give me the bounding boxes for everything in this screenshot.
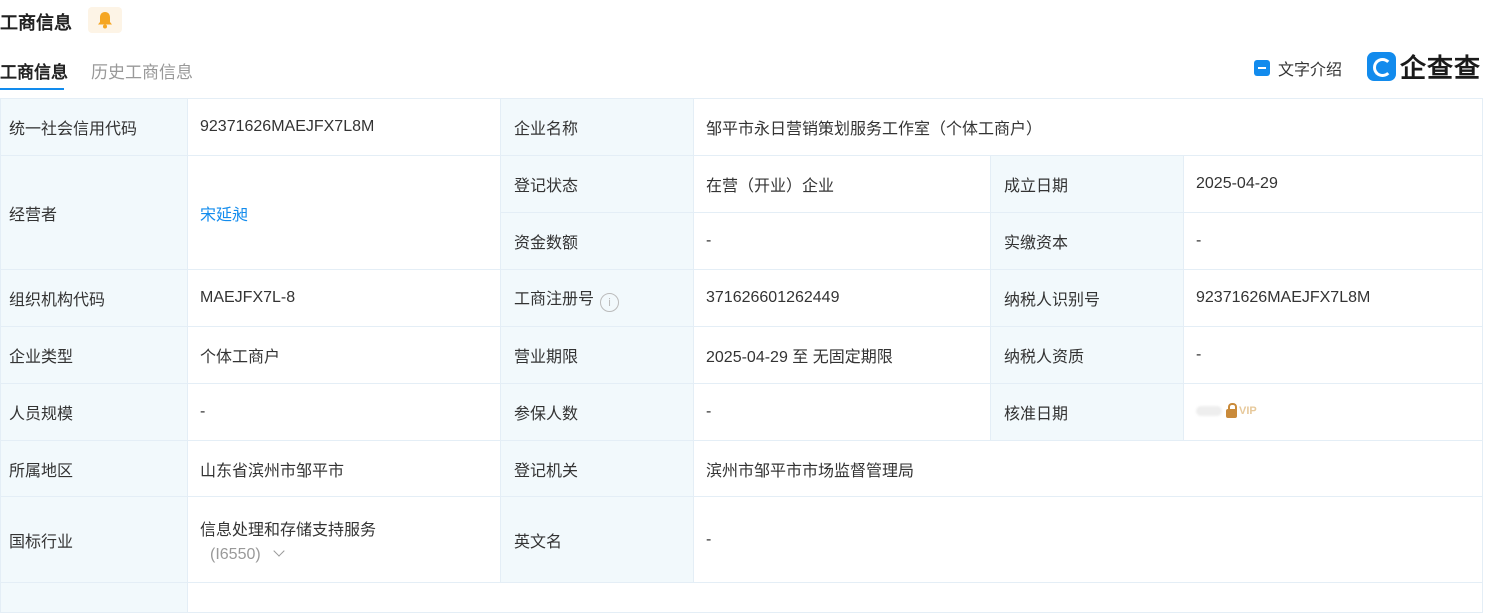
industry-label: 国标行业 <box>0 496 188 583</box>
vip-label: VIP <box>1239 405 1257 417</box>
type-label: 企业类型 <box>0 326 188 384</box>
credit-code-label: 统一社会信用代码 <box>0 98 188 156</box>
table-row: 所属地区 山东省滨州市邹平市 登记机关 滨州市邹平市市场监督管理局 <box>0 440 1484 497</box>
industry-code: (I6550) <box>210 545 261 563</box>
table-row: 国标行业 信息处理和存储支持服务 (I6550) 英文名 - <box>0 496 1484 583</box>
org-code-value: MAEJFX7L-8 <box>187 269 501 327</box>
credit-code-value: 92371626MAEJFX7L8M <box>187 98 501 156</box>
tax-id-value: 92371626MAEJFX7L8M <box>1182 269 1484 327</box>
industry-code-toggle[interactable]: (I6550) <box>200 544 500 564</box>
company-name-value: 邹平市永日营销策划服务工作室（个体工商户） <box>692 98 1484 156</box>
reg-no-value: 371626601262449 <box>693 269 991 327</box>
insured-label: 参保人数 <box>500 383 694 441</box>
capital-label: 资金数额 <box>500 212 694 270</box>
tab-business-info[interactable]: 工商信息 <box>0 58 68 83</box>
paid-capital-value: - <box>1182 212 1484 270</box>
authority-label: 登记机关 <box>500 440 694 497</box>
table-row: 企业类型 个体工商户 营业期限 2025-04-29 至 无固定期限 纳税人资质… <box>0 326 1484 384</box>
company-name-label: 企业名称 <box>500 98 694 156</box>
vip-lock-button[interactable]: VIP <box>1196 403 1257 418</box>
paid-capital-label: 实缴资本 <box>990 212 1184 270</box>
bell-icon <box>98 12 112 29</box>
region-label: 所属地区 <box>0 440 188 497</box>
tax-qual-value: - <box>1182 326 1484 384</box>
operator-label: 经营者 <box>0 155 188 270</box>
bell-button[interactable] <box>88 7 122 33</box>
active-tab-indicator <box>0 88 64 90</box>
status-value: 在营（开业）企业 <box>693 155 991 213</box>
text-intro-button[interactable]: 文字介绍 <box>1254 57 1342 79</box>
section-title: 工商信息 <box>0 13 72 33</box>
approve-value-cell: VIP <box>1182 383 1484 441</box>
org-code-label: 组织机构代码 <box>0 269 188 327</box>
established-value: 2025-04-29 <box>1182 155 1484 213</box>
business-info-table: 统一社会信用代码 92371626MAEJFX7L8M 企业名称 邹平市永日营销… <box>0 98 1484 613</box>
term-label: 营业期限 <box>500 326 694 384</box>
authority-value: 滨州市邹平市市场监督管理局 <box>692 440 1484 497</box>
established-label: 成立日期 <box>990 155 1184 213</box>
chevron-down-icon <box>273 544 285 557</box>
staff-label: 人员规模 <box>0 383 188 441</box>
blurred-value <box>1196 406 1222 416</box>
table-row: 统一社会信用代码 92371626MAEJFX7L8M 企业名称 邹平市永日营销… <box>0 98 1484 156</box>
operator-cell: 宋延昶 <box>187 155 501 270</box>
term-value: 2025-04-29 至 无固定期限 <box>693 326 991 384</box>
empty-value-cell <box>186 582 1484 613</box>
document-icon <box>1254 60 1270 76</box>
capital-value: - <box>693 212 991 270</box>
info-icon[interactable]: i <box>600 292 620 312</box>
reg-no-label-cell: 工商注册号 i <box>500 269 694 327</box>
operator-link[interactable]: 宋延昶 <box>200 207 248 224</box>
lock-icon <box>1226 403 1237 418</box>
tax-id-label: 纳税人识别号 <box>990 269 1184 327</box>
qichacha-logo: 企查查 <box>1367 50 1482 83</box>
table-row <box>0 582 1484 613</box>
staff-value: - <box>187 383 501 441</box>
text-intro-label: 文字介绍 <box>1278 62 1343 79</box>
industry-cell: 信息处理和存储支持服务 (I6550) <box>187 496 501 583</box>
region-value: 山东省滨州市邹平市 <box>187 440 501 497</box>
tax-qual-label: 纳税人资质 <box>990 326 1184 384</box>
industry-value: 信息处理和存储支持服务 <box>200 521 377 539</box>
reg-no-label: 工商注册号 <box>514 290 595 308</box>
qichacha-logo-icon <box>1367 51 1396 81</box>
table-row: 人员规模 - 参保人数 - 核准日期 VIP <box>0 383 1484 441</box>
type-value: 个体工商户 <box>187 326 501 384</box>
english-value: - <box>692 496 1484 583</box>
english-label: 英文名 <box>500 496 694 583</box>
table-row: 组织机构代码 MAEJFX7L-8 工商注册号 i 371626601262449… <box>0 269 1484 327</box>
table-row: 经营者 宋延昶 登记状态 在营（开业）企业 成立日期 2025-04-29 <box>0 155 1484 270</box>
logo-text: 企查查 <box>1400 52 1482 83</box>
approve-label: 核准日期 <box>990 383 1184 441</box>
empty-label-cell <box>0 582 188 613</box>
status-label: 登记状态 <box>500 155 694 213</box>
tab-history-info[interactable]: 历史工商信息 <box>91 58 193 83</box>
insured-value: - <box>693 383 991 441</box>
